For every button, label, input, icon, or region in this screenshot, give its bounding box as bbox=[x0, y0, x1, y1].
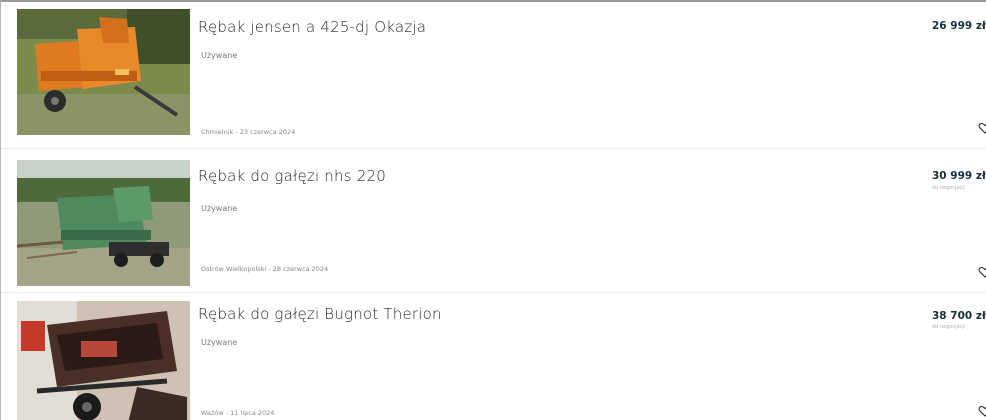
listing-price: 38 700 zł bbox=[932, 310, 986, 322]
listing-photo[interactable] bbox=[17, 9, 190, 135]
listing-condition: Używane bbox=[201, 338, 238, 347]
listing-location-date: Ostrów Wielkopolski - 28 czerwca 2024 bbox=[201, 265, 329, 273]
listing-negotiable: do negocjacji bbox=[932, 185, 966, 191]
listing-title[interactable]: Rębak jensen a 425-dj Okazja bbox=[198, 18, 426, 36]
listing-card[interactable]: Rębak do gałęzi nhs 220 Używane Ostrów W… bbox=[12, 152, 986, 286]
listing-card[interactable]: Rębak do gałęzi Bugnot Therion Używane W… bbox=[12, 293, 986, 420]
listing-price: 26 999 zł bbox=[932, 20, 986, 32]
listing-condition: Używane bbox=[201, 51, 238, 60]
listing-location-date: Chmielnik - 23 czerwca 2024 bbox=[201, 128, 296, 136]
listing-photo[interactable] bbox=[17, 160, 190, 286]
divider bbox=[1, 148, 986, 149]
heart-outline-icon[interactable] bbox=[978, 403, 986, 417]
listing-title[interactable]: Rębak do gałęzi Bugnot Therion bbox=[198, 305, 442, 323]
listing-price: 30 999 zł bbox=[932, 170, 986, 182]
heart-outline-icon[interactable] bbox=[978, 120, 986, 134]
listing-results: Rębak jensen a 425-dj Okazja Używane Chm… bbox=[0, 0, 986, 420]
listing-location-date: Ważów - 11 lipca 2024 bbox=[201, 409, 275, 417]
listing-condition: Używane bbox=[201, 204, 238, 213]
listing-photo[interactable] bbox=[17, 301, 190, 420]
heart-outline-icon[interactable] bbox=[978, 264, 986, 278]
listing-card[interactable]: Rębak jensen a 425-dj Okazja Używane Chm… bbox=[12, 9, 986, 143]
listing-negotiable: do negocjacji bbox=[932, 324, 966, 330]
listing-title[interactable]: Rębak do gałęzi nhs 220 bbox=[198, 167, 386, 185]
